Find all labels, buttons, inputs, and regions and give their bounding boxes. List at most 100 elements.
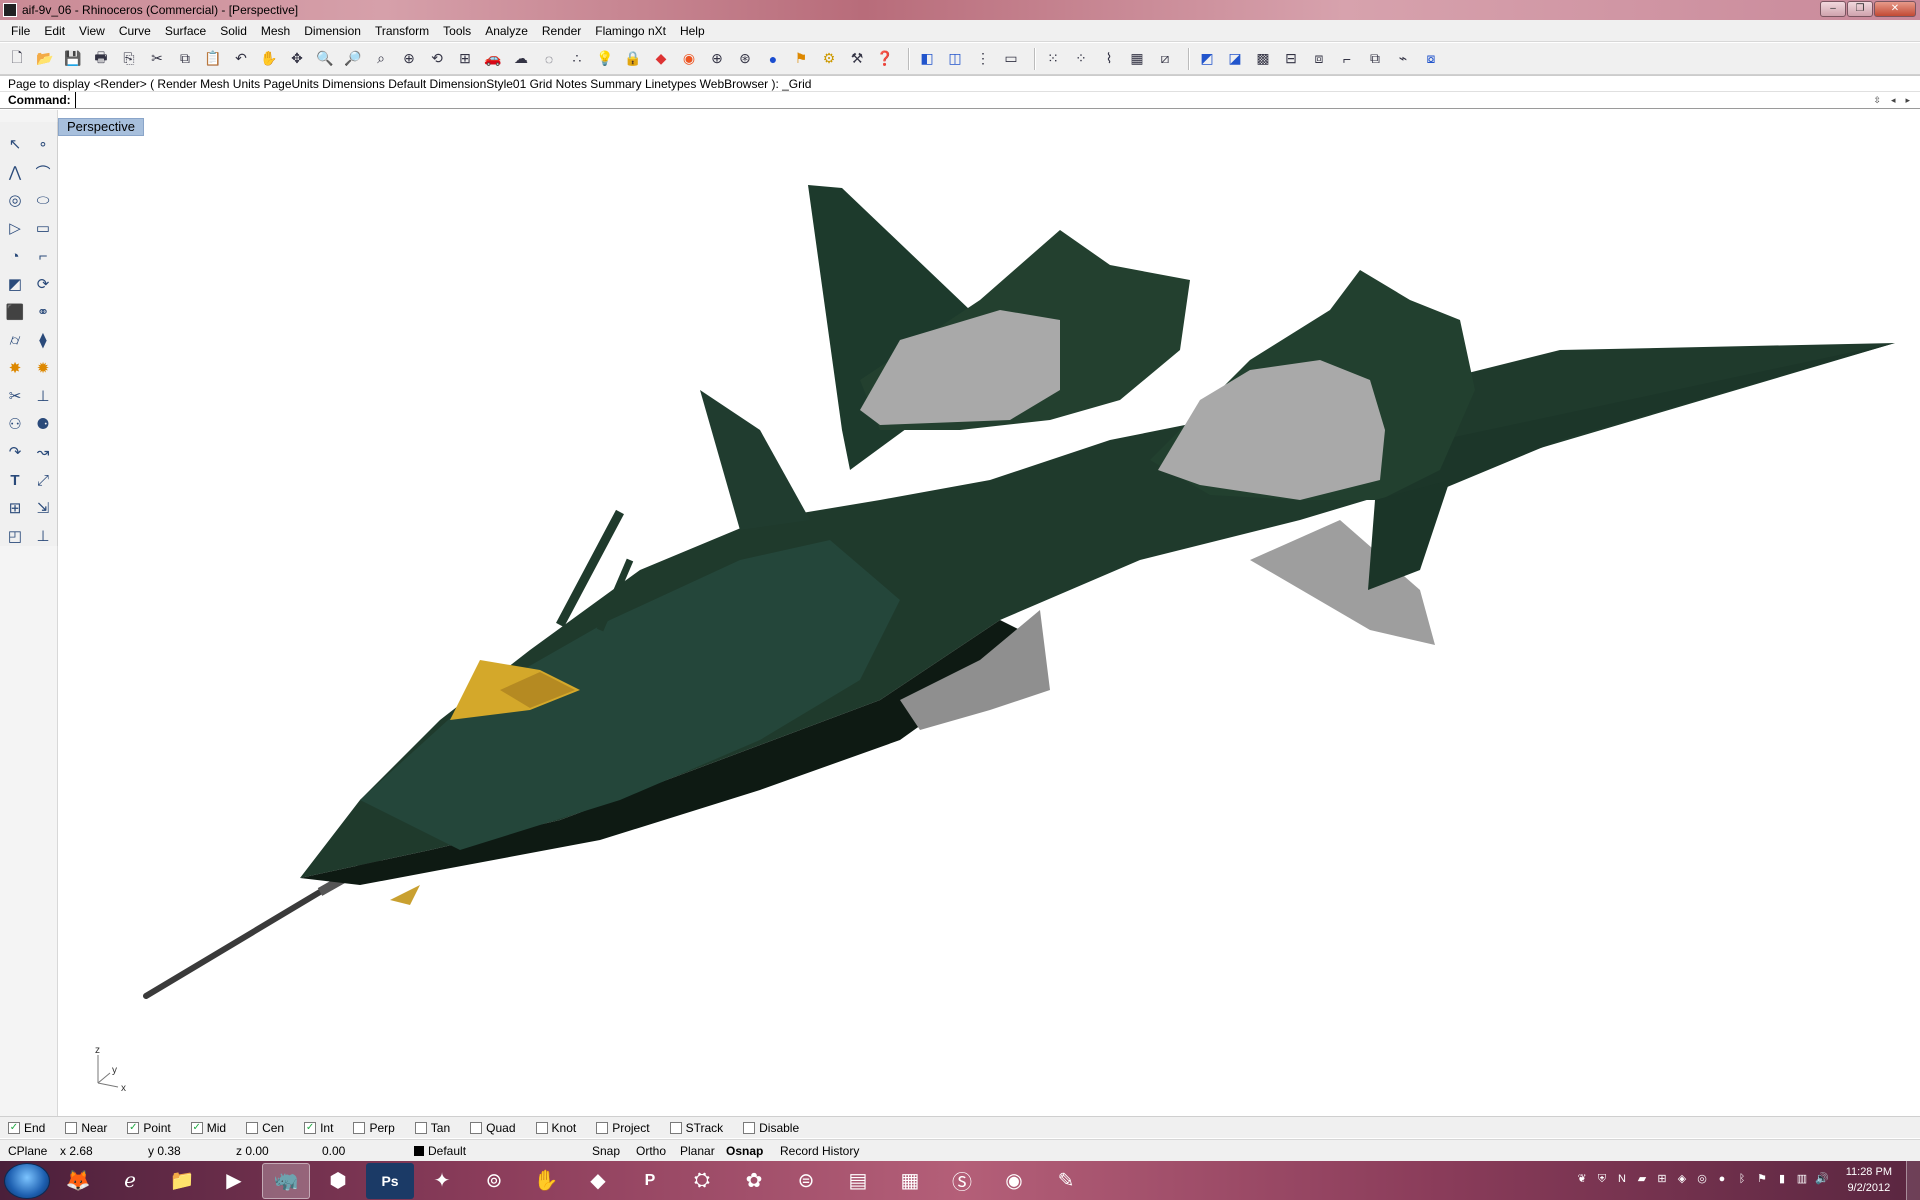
- polyline-icon[interactable]: ⋀: [1, 158, 29, 186]
- gesture-icon[interactable]: ✋: [522, 1163, 570, 1199]
- checkbox[interactable]: ✓: [190, 1121, 203, 1134]
- checkbox[interactable]: [596, 1121, 609, 1134]
- menu-curve[interactable]: Curve: [112, 20, 158, 42]
- blend-icon[interactable]: ⌐: [1336, 48, 1358, 70]
- checkbox[interactable]: [535, 1121, 548, 1134]
- zoom-extents-icon[interactable]: ⌕: [370, 48, 392, 70]
- cut-icon[interactable]: ✂: [146, 48, 168, 70]
- split-surface-icon[interactable]: ⧈: [1308, 48, 1330, 70]
- osnap-tan[interactable]: Tan: [414, 1121, 450, 1135]
- solid-box-icon[interactable]: ◰: [1, 522, 29, 550]
- tray-evernote-icon[interactable]: ❦: [1574, 1171, 1590, 1187]
- lock-icon[interactable]: 🔒: [622, 48, 644, 70]
- open-file-icon[interactable]: 📂: [34, 48, 56, 70]
- cplane-label[interactable]: CPlane: [8, 1140, 47, 1162]
- render-preview-icon[interactable]: ⧇: [1420, 48, 1442, 70]
- menu-dimension[interactable]: Dimension: [297, 20, 368, 42]
- eye-icon[interactable]: ◉: [990, 1163, 1038, 1199]
- point-cloud-icon[interactable]: ⁘: [1070, 48, 1092, 70]
- viewport-tab-perspective[interactable]: Perspective: [58, 118, 144, 136]
- start-button[interactable]: [4, 1162, 50, 1199]
- surface-flip-icon[interactable]: ◪: [1224, 48, 1246, 70]
- extrude-surface-icon[interactable]: ⧉: [1364, 48, 1386, 70]
- aircraft-model[interactable]: [58, 110, 1920, 1116]
- ellipse-icon[interactable]: ⬭: [29, 186, 57, 214]
- hide-icon[interactable]: ☁: [510, 48, 532, 70]
- perspective-viewport[interactable]: [58, 110, 1920, 1116]
- tray-shield-icon[interactable]: ⛨: [1594, 1171, 1610, 1187]
- pan-icon[interactable]: ✋: [258, 48, 280, 70]
- copy-icon[interactable]: ⧉: [174, 48, 196, 70]
- osnap-perp[interactable]: Perp: [353, 1121, 395, 1135]
- internet-explorer-icon[interactable]: ℯ: [106, 1163, 154, 1199]
- gear-icon[interactable]: ⚙: [818, 48, 840, 70]
- osnap-quad[interactable]: Quad: [470, 1121, 516, 1135]
- menu-file[interactable]: File: [4, 20, 37, 42]
- ortho-toggle[interactable]: Ortho: [636, 1140, 666, 1162]
- steam-icon[interactable]: ⊚: [470, 1163, 518, 1199]
- rhino-app-icon[interactable]: [3, 3, 17, 17]
- rectangle-icon[interactable]: ▭: [29, 214, 57, 242]
- trim-icon[interactable]: ✂: [1, 382, 29, 410]
- mesh-icon[interactable]: ✸: [1, 354, 29, 382]
- new-file-icon[interactable]: 🗋: [6, 48, 28, 70]
- checkbox[interactable]: [743, 1121, 756, 1134]
- notepad-icon[interactable]: ▤: [834, 1163, 882, 1199]
- tray-folder-icon[interactable]: ▰: [1634, 1171, 1650, 1187]
- section-icon[interactable]: ⊟: [1280, 48, 1302, 70]
- osnap-point[interactable]: ✓ Point: [127, 1121, 171, 1135]
- checkbox[interactable]: ✓: [8, 1121, 20, 1134]
- print-icon[interactable]: 🖶: [90, 48, 112, 70]
- help-icon[interactable]: ❓: [874, 48, 896, 70]
- group-icon[interactable]: ⚈: [29, 410, 57, 438]
- show-icon[interactable]: ◌: [538, 48, 560, 70]
- firefox-icon[interactable]: 🦊: [54, 1163, 102, 1199]
- curve-icon[interactable]: ⌒: [29, 158, 57, 186]
- zoom-selected-icon[interactable]: ⊕: [398, 48, 420, 70]
- curve-edit-icon[interactable]: ⌇: [1098, 48, 1120, 70]
- tray-green-icon[interactable]: ●: [1714, 1171, 1730, 1187]
- osnap-toggle[interactable]: Osnap: [726, 1140, 763, 1162]
- arc-icon[interactable]: ◔: [1, 242, 29, 270]
- menu-render[interactable]: Render: [535, 20, 588, 42]
- osnap-int[interactable]: ✓ Int: [304, 1121, 333, 1135]
- join-icon[interactable]: ⚇: [1, 410, 29, 438]
- menu-transform[interactable]: Transform: [368, 20, 436, 42]
- cylinder-icon[interactable]: ⌭: [1, 326, 29, 354]
- paste-icon[interactable]: 📋: [202, 48, 224, 70]
- maximize-button[interactable]: ❐: [1847, 1, 1873, 17]
- zbrush-icon[interactable]: ✦: [418, 1163, 466, 1199]
- app-red-icon[interactable]: ◆: [574, 1163, 622, 1199]
- cube-view-icon[interactable]: ◧: [916, 48, 938, 70]
- save-icon[interactable]: 💾: [62, 48, 84, 70]
- monitor-icon[interactable]: ▭: [1000, 48, 1022, 70]
- tray-power-icon[interactable]: ▮: [1774, 1171, 1790, 1187]
- osnap-disable[interactable]: Disable: [743, 1121, 799, 1135]
- grid-icon[interactable]: ▦: [1126, 48, 1148, 70]
- menu-tools[interactable]: Tools: [436, 20, 478, 42]
- app-green-icon[interactable]: ✿: [730, 1163, 778, 1199]
- folder-icon[interactable]: 📁: [158, 1163, 206, 1199]
- select-arrow-icon[interactable]: ↖: [1, 130, 29, 158]
- cplane-icon[interactable]: ◫: [944, 48, 966, 70]
- scroll-up-down-icon[interactable]: ⇳: [1873, 92, 1881, 109]
- sweep-icon[interactable]: ⟳: [29, 270, 57, 298]
- osnap-strack[interactable]: STrack: [669, 1121, 723, 1135]
- sphere-wire-icon[interactable]: ⊕: [706, 48, 728, 70]
- show-desktop-button[interactable]: [1906, 1161, 1920, 1200]
- osnap-end[interactable]: ✓ End: [8, 1121, 45, 1135]
- osnap-knot[interactable]: Knot: [535, 1121, 576, 1135]
- sketchup-icon[interactable]: ⬢: [314, 1163, 362, 1199]
- tray-flag-icon[interactable]: ⚑: [1754, 1171, 1770, 1187]
- rotate-view-icon[interactable]: ✥: [286, 48, 308, 70]
- circle-icon[interactable]: ◎: [1, 186, 29, 214]
- scroll-left-icon[interactable]: ◂: [1891, 92, 1896, 109]
- zoom-window-icon[interactable]: 🔎: [342, 48, 364, 70]
- tray-game-icon[interactable]: ◎: [1694, 1171, 1710, 1187]
- boolean-icon[interactable]: ⚭: [29, 298, 57, 326]
- text-icon[interactable]: T: [1, 466, 29, 494]
- four-viewports-icon[interactable]: ⊞: [454, 48, 476, 70]
- close-button[interactable]: ✕: [1874, 1, 1916, 17]
- extrude-icon[interactable]: ⧫: [29, 326, 57, 354]
- vertical-dots-icon[interactable]: ⋮: [972, 48, 994, 70]
